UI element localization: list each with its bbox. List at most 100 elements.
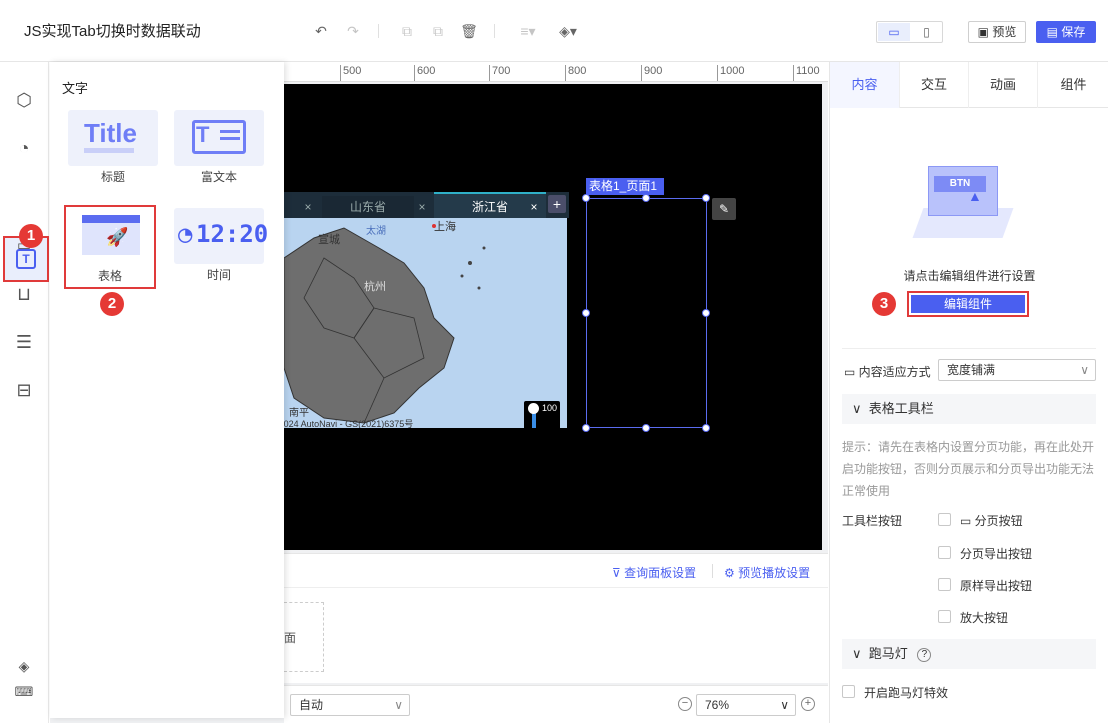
- table-toolbar-section[interactable]: ∨ 表格工具栏: [842, 394, 1096, 424]
- panel-title: 文字: [62, 81, 89, 96]
- map-svg: [284, 224, 486, 424]
- chevron-down-icon: ∨: [780, 698, 789, 712]
- zoom-out-icon[interactable]: −: [678, 697, 692, 711]
- top-toolbar: JS实现Tab切换时数据联动 ↶ ↷ ⧉ ⧉ 🗑 ≡▾ ◈▾ ▭ ▯ ▣ 预览 …: [0, 0, 1108, 62]
- resize-handle[interactable]: [642, 424, 650, 432]
- align-icon[interactable]: ≡▾: [516, 22, 540, 40]
- ruler-tick: 900: [641, 65, 662, 81]
- zoom-slider[interactable]: 100 0: [524, 401, 560, 428]
- layers-icon[interactable]: ◈: [12, 654, 36, 678]
- selected-table-widget[interactable]: [586, 198, 707, 428]
- tab-content[interactable]: 内容: [830, 62, 899, 108]
- property-panel: 内容 交互 动画 组件 BTN ▲ 请点击编辑组件进行设置 3 编辑组件 ▭ 内…: [829, 62, 1108, 723]
- chevron-down-icon: ∨: [852, 646, 869, 661]
- keyboard-icon[interactable]: ⌨: [12, 680, 36, 704]
- tab-component[interactable]: 组件: [1037, 62, 1108, 108]
- fit-label: ▭ 内容适应方式: [844, 365, 931, 379]
- filter-icon: ⊽: [612, 566, 625, 580]
- checkbox-marquee[interactable]: [842, 685, 855, 698]
- save-icon: ▤: [1046, 25, 1062, 39]
- resize-handle[interactable]: [642, 194, 650, 202]
- desktop-icon[interactable]: ▭: [878, 23, 910, 41]
- component-card-table[interactable]: 🚀 表格: [64, 205, 156, 289]
- preview-play-settings-link[interactable]: ⚙ 预览播放设置: [724, 564, 810, 581]
- step-badge-3: 3: [872, 292, 896, 316]
- resize-handle[interactable]: [582, 309, 590, 317]
- checkbox-raw-export[interactable]: [938, 578, 951, 591]
- bottom-panel: ⊽ 查询面板设置 ⚙ 预览播放设置 面: [284, 553, 828, 683]
- divider: [712, 564, 713, 578]
- edit-illustration: BTN ▲: [910, 154, 1020, 249]
- checkbox-page-button[interactable]: [938, 513, 951, 526]
- ruler-tick: 700: [489, 65, 510, 81]
- fit-mode-select[interactable]: 自动 ∨: [290, 694, 410, 716]
- map-label-xuancheng: 宣城: [318, 234, 340, 246]
- text-line: [220, 130, 240, 133]
- chevron-down-icon: ∨: [1080, 363, 1089, 377]
- cube-icon[interactable]: ⬡: [12, 88, 36, 112]
- option-page-export: 分页导出按钮: [960, 547, 1033, 561]
- title-thumbnail: Title: [68, 110, 158, 166]
- monitor-icon: ▭: [844, 365, 859, 379]
- resize-handle[interactable]: [702, 424, 710, 432]
- map-label-shanghai: 上海: [434, 221, 456, 233]
- edit-component-button-frame[interactable]: 编辑组件: [907, 291, 1029, 317]
- add-tab-button[interactable]: +: [548, 195, 566, 213]
- query-panel-settings-link[interactable]: ⊽ 查询面板设置: [612, 564, 696, 581]
- zoom-select[interactable]: 76% ∨: [696, 694, 796, 716]
- ruler-tick: 1100: [793, 65, 820, 81]
- slider-max-label: 100: [542, 403, 558, 413]
- chart-pie-icon[interactable]: ◔: [12, 136, 36, 160]
- tab-close-icon[interactable]: ×: [416, 196, 428, 218]
- property-tabs: 内容 交互 动画 组件: [830, 62, 1108, 108]
- cursor-icon: ▲: [968, 188, 982, 204]
- edit-pen-icon[interactable]: ✎: [712, 198, 736, 220]
- redo-icon[interactable]: ↷: [344, 22, 362, 40]
- ruler-tick: 800: [565, 65, 586, 81]
- paste-icon[interactable]: ⧉: [429, 22, 447, 40]
- tab-shandong[interactable]: 山东省: [322, 196, 414, 218]
- preview-button[interactable]: ▣ 预览: [968, 21, 1026, 43]
- tab-close-icon[interactable]: ×: [302, 196, 314, 218]
- fit-select[interactable]: 宽度铺满 ∨: [938, 359, 1096, 381]
- component-card-title[interactable]: Title 标题: [68, 110, 158, 186]
- ruler-tick: 500: [340, 65, 361, 81]
- tab-close-icon[interactable]: ×: [528, 196, 540, 218]
- clock-icon: ◔: [178, 220, 193, 248]
- component-card-time[interactable]: ◔ 12:20 时间: [174, 208, 268, 284]
- undo-icon[interactable]: ↶: [312, 22, 330, 40]
- checkbox-page-export[interactable]: [938, 546, 951, 559]
- delete-icon[interactable]: 🗑: [460, 22, 478, 40]
- option-raw-export: 原样导出按钮: [960, 579, 1033, 593]
- help-icon[interactable]: ?: [917, 647, 932, 662]
- tab-animation[interactable]: 动画: [968, 62, 1037, 108]
- checkbox-zoom[interactable]: [938, 610, 951, 623]
- inbox-icon[interactable]: ⊔: [12, 282, 36, 306]
- toolbar-buttons-label: 工具栏按钮: [842, 514, 903, 528]
- component-card-richtext[interactable]: T 富文本: [174, 110, 264, 186]
- zoom-in-icon[interactable]: +: [801, 697, 815, 711]
- server-icon[interactable]: ☰: [12, 330, 36, 354]
- copy-icon[interactable]: ⧉: [398, 22, 416, 40]
- save-button[interactable]: ▤ 保存: [1036, 21, 1096, 43]
- add-page-card[interactable]: 面: [284, 602, 324, 672]
- edit-component-button[interactable]: 编辑组件: [911, 295, 1025, 313]
- marquee-section[interactable]: ∨ 跑马灯 ?: [842, 639, 1096, 669]
- option-marquee: 开启跑马灯特效: [864, 686, 949, 700]
- resize-handle[interactable]: [702, 309, 710, 317]
- resize-handle[interactable]: [702, 194, 710, 202]
- mobile-icon[interactable]: ▯: [911, 23, 942, 41]
- tab-widget: × 山东省 × 浙江省 × +: [284, 192, 569, 218]
- dashboard-stage[interactable]: × 山东省 × 浙江省 × + 上海 太湖 宣城 杭州 南平 ©2024 Aut…: [284, 84, 822, 550]
- resize-handle[interactable]: [582, 194, 590, 202]
- title-underline: [84, 148, 134, 153]
- bottom-links-bar: ⊽ 查询面板设置 ⚙ 预览播放设置: [284, 554, 828, 588]
- card-label: 标题: [100, 170, 125, 184]
- ruler-tick: 1000: [717, 65, 744, 81]
- archive-icon[interactable]: ⊟: [12, 378, 36, 402]
- slider-handle-max[interactable]: [528, 403, 539, 414]
- layer-icon[interactable]: ◈▾: [555, 22, 581, 40]
- resize-handle[interactable]: [582, 424, 590, 432]
- tab-interaction[interactable]: 交互: [899, 62, 968, 108]
- map-chart[interactable]: 上海 太湖 宣城 杭州 南平 ©2024 AutoNavi - GS(2021)…: [284, 218, 567, 428]
